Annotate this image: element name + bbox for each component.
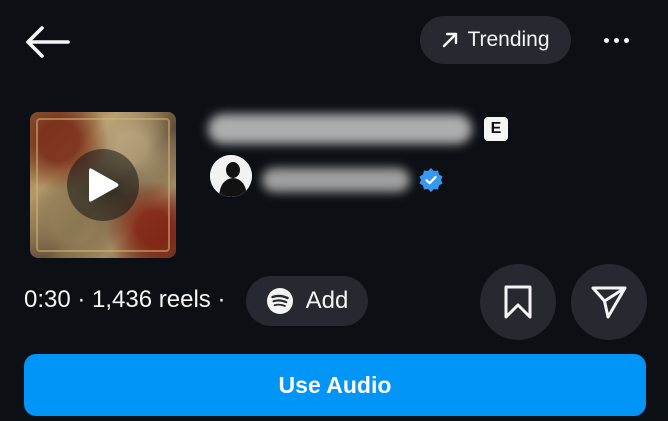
explicit-badge: E: [484, 117, 508, 141]
artist-avatar[interactable]: [210, 155, 252, 197]
trending-button[interactable]: Trending: [420, 16, 571, 64]
more-horizontal-icon: [603, 37, 609, 43]
track-title: [208, 114, 472, 144]
bookmark-icon: [504, 285, 532, 319]
avatar-silhouette-icon: [210, 155, 252, 197]
artist-name[interactable]: [262, 168, 410, 192]
save-button[interactable]: [480, 264, 556, 340]
spotify-icon: [266, 288, 293, 314]
audio-page: Trending E 0:30 · 1,436 reels · Add Use …: [0, 0, 668, 421]
send-icon: [591, 286, 627, 319]
back-button[interactable]: [22, 22, 72, 62]
share-button[interactable]: [571, 264, 647, 340]
audio-meta-text: 0:30 · 1,436 reels ·: [24, 286, 226, 313]
verified-badge-icon: [419, 168, 443, 192]
use-audio-button[interactable]: Use Audio: [24, 354, 646, 416]
trending-label: Trending: [467, 28, 550, 51]
play-icon: [89, 168, 119, 202]
add-label: Add: [305, 287, 349, 314]
audio-cover-art[interactable]: [30, 112, 176, 258]
arrow-left-icon: [26, 26, 70, 58]
play-button[interactable]: [67, 149, 139, 221]
arrow-up-right-icon: [443, 32, 458, 48]
more-options-button[interactable]: [592, 24, 640, 56]
add-to-spotify-button[interactable]: Add: [246, 276, 368, 326]
